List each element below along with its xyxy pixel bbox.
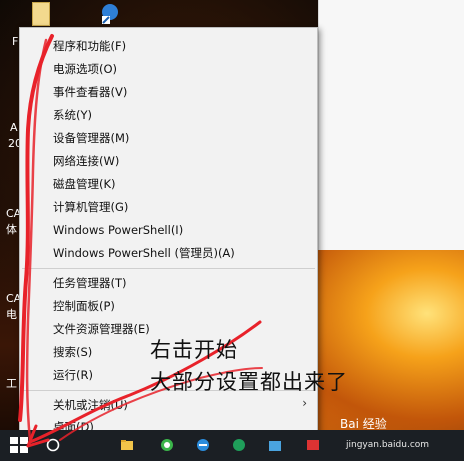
annotation-line-2: 大部分设置都出来了 [150,370,348,394]
menu-item-task-manager[interactable]: 任务管理器(T) [53,276,127,290]
chevron-right-icon: › [302,396,307,410]
menu-item-powershell[interactable]: Windows PowerShell(I) [53,223,183,237]
menu-item-file-explorer[interactable]: 文件资源管理器(E) [53,322,150,336]
windows-start-icon[interactable] [10,437,28,453]
menu-item-powershell-admin[interactable]: Windows PowerShell (管理员)(A) [53,246,235,260]
menu-item-network-connections[interactable]: 网络连接(W) [53,154,119,168]
store-icon[interactable] [268,438,282,452]
background-window [318,0,464,250]
desktop-icon-label[interactable]: 电 [6,309,17,321]
desktop-icon-label[interactable]: 工 [6,378,17,390]
shortcut-app-icon[interactable] [98,2,122,24]
menu-item-disk-management[interactable]: 磁盘管理(K) [53,177,116,191]
menu-item-event-viewer[interactable]: 事件查看器(V) [53,85,127,99]
watermark-domain: jingyan.baidu.com [346,440,430,450]
annotation-line-1: 右击开始 [150,338,238,362]
menu-item-device-manager[interactable]: 设备管理器(M) [53,131,129,145]
menu-item-system[interactable]: 系统(Y) [53,108,92,122]
media-icon[interactable] [306,438,320,452]
menu-item-shutdown-signout[interactable]: 关机或注销(U) [53,398,128,412]
menu-item-control-panel[interactable]: 控制面板(P) [53,299,115,313]
menu-item-power-options[interactable]: 电源选项(O) [53,62,117,76]
edge-icon[interactable] [196,438,210,452]
menu-item-search[interactable]: 搜索(S) [53,345,92,359]
menu-item-programs-features[interactable]: 程序和功能(F) [53,39,126,53]
browser-icon[interactable] [160,438,174,452]
app-icon[interactable] [232,438,246,452]
menu-separator [22,268,315,269]
desktop-icon-label[interactable]: F [12,36,18,48]
folder-icon[interactable] [32,2,50,26]
menu-item-run[interactable]: 运行(R) [53,368,93,382]
desktop-icon-label[interactable]: A [10,122,18,134]
file-explorer-icon[interactable] [120,438,134,452]
desktop-icon-label[interactable]: 体 [6,224,17,236]
search-circle-icon[interactable] [46,438,60,452]
menu-item-computer-management[interactable]: 计算机管理(G) [53,200,128,214]
watermark-logo: Bai 经验 [340,417,387,431]
